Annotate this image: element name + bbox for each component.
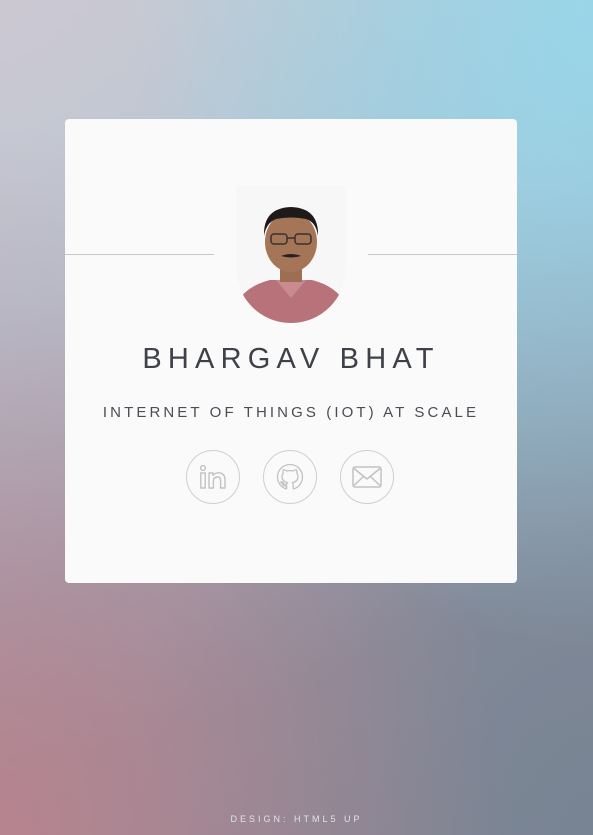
footer-credit[interactable]: DESIGN: HTML5 UP (0, 814, 593, 824)
linkedin-icon (199, 464, 226, 489)
social-links (186, 450, 396, 506)
github-link[interactable] (263, 450, 317, 504)
envelope-icon (352, 466, 382, 488)
avatar (236, 186, 346, 323)
linkedin-link[interactable] (186, 450, 240, 504)
card-divider-right (368, 254, 517, 255)
card-divider-left (65, 254, 214, 255)
profile-name: BHARGAV BHAT (142, 343, 440, 375)
github-icon (276, 463, 304, 490)
email-link[interactable] (340, 450, 394, 504)
profile-tagline: INTERNET OF THINGS (IOT) AT SCALE (102, 404, 480, 421)
profile-card: BHARGAV BHAT INTERNET OF THINGS (IOT) AT… (65, 119, 517, 583)
